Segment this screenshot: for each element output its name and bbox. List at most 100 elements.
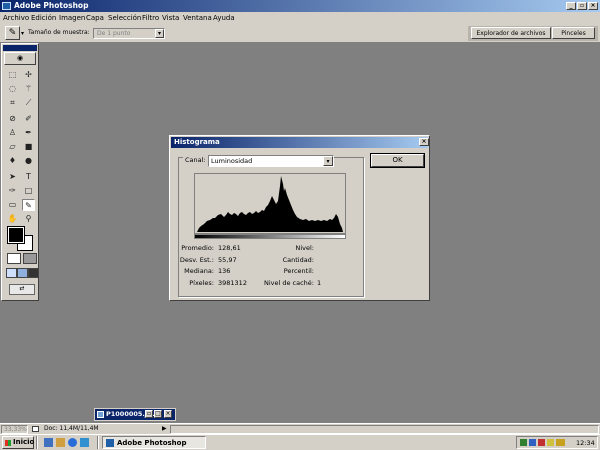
full-screen-mode-icon[interactable] — [28, 268, 39, 278]
toolbox-title-bar[interactable] — [3, 45, 37, 51]
menu-ayuda[interactable]: Ayuda — [213, 12, 235, 24]
taskbar-divider — [36, 436, 38, 449]
standard-mode-icon[interactable] — [7, 253, 21, 264]
explorer-icon[interactable] — [56, 438, 65, 447]
median-value: 136 — [218, 267, 231, 275]
chevron-down-icon[interactable]: ▾ — [323, 156, 333, 166]
cache-level-value: 1 — [317, 279, 322, 287]
gradient-bar — [194, 234, 346, 239]
adobe-online-icon[interactable]: ◉ — [4, 52, 36, 65]
histogram-dialog-title: Histograma — [174, 138, 220, 146]
taskbar-divider — [97, 436, 99, 449]
network-icon[interactable] — [520, 439, 527, 446]
level-label: Nivel: — [295, 244, 314, 252]
path-selection-tool-icon[interactable]: ➤ — [6, 171, 19, 183]
dodge-tool-icon[interactable]: ● — [22, 155, 35, 167]
dialog-close-button[interactable]: × — [419, 138, 429, 146]
status-menu-arrow-icon[interactable]: ▶ — [162, 425, 167, 433]
move-tool-icon[interactable]: ✢ — [22, 69, 35, 81]
doc-restore-button[interactable]: ▫ — [145, 410, 153, 418]
doc-close-button[interactable]: × — [164, 410, 172, 418]
restore-button[interactable]: ▫ — [577, 2, 587, 10]
sample-size-select[interactable]: De 1 punto ▾ — [93, 28, 165, 39]
chevron-down-icon[interactable]: ▾ — [155, 29, 164, 38]
histogram-dialog-title-bar[interactable]: Histograma × — [171, 137, 429, 148]
menu-filtro[interactable]: Filtro — [142, 12, 159, 24]
app-title-bar[interactable]: Adobe Photoshop _ ▫ × — [0, 0, 600, 12]
pixels-value: 3981312 — [218, 279, 247, 287]
tab-explorador-de-archivos[interactable]: Explorador de archivos — [471, 27, 551, 39]
eyedropper-tool-icon[interactable]: ✎ — [22, 199, 35, 211]
standard-screen-mode-icon[interactable] — [6, 268, 17, 278]
sample-size-label: Tamaño de muestra: — [28, 29, 90, 36]
type-tool-icon[interactable]: T — [22, 171, 35, 183]
zoom-tool-icon[interactable]: ⚲ — [22, 213, 35, 225]
brush-tool-icon[interactable]: ✐ — [22, 113, 35, 125]
eyedropper-tool-preset-icon[interactable]: ✎ — [5, 26, 20, 40]
hand-tool-icon[interactable]: ✋ — [6, 213, 19, 225]
crop-tool-icon[interactable]: ⌗ — [6, 97, 19, 109]
outlook-express-icon[interactable] — [80, 438, 89, 447]
tray-security-icon[interactable] — [547, 439, 554, 446]
count-label: Cantidad: — [282, 256, 314, 264]
clone-stamp-tool-icon[interactable]: ♙ — [6, 127, 19, 139]
menu-imagen[interactable]: Imagen — [59, 12, 85, 24]
menu-capa[interactable]: Capa — [86, 12, 104, 24]
lasso-tool-icon[interactable]: ◌ — [6, 83, 19, 95]
tray-app-icon[interactable] — [538, 439, 545, 446]
rectangle-tool-icon[interactable]: □ — [22, 185, 35, 197]
menu-archivo[interactable]: Archivo — [3, 12, 29, 24]
menu-bar: Archivo Edición Imagen Capa Selección Fi… — [0, 12, 600, 24]
document-info-icon — [32, 426, 39, 432]
system-tray: 12:34 — [516, 436, 598, 449]
start-button[interactable]: Inicio — [2, 436, 34, 449]
chevron-down-icon[interactable]: ▾ — [21, 30, 24, 37]
foreground-color-swatch[interactable] — [7, 226, 25, 244]
channel-label: Canal: — [183, 156, 208, 165]
show-desktop-icon[interactable] — [44, 438, 53, 447]
quick-mask-mode-icon[interactable] — [23, 253, 37, 264]
marquee-tool-icon[interactable]: ⬚ — [6, 69, 19, 81]
zoom-field[interactable]: 33,33% — [1, 425, 28, 434]
tray-language-icon[interactable] — [556, 439, 565, 446]
healing-brush-tool-icon[interactable]: ⊘ — [6, 113, 19, 125]
taskbar-app-label: Adobe Photoshop — [117, 439, 187, 447]
mean-value: 128,61 — [218, 244, 241, 252]
std-dev-value: 55,97 — [218, 256, 237, 264]
status-message-area — [170, 425, 599, 434]
doc-maximize-button[interactable]: □ — [154, 410, 162, 418]
magic-wand-tool-icon[interactable]: ⚚ — [22, 83, 35, 95]
tray-monitor-icon[interactable] — [529, 439, 536, 446]
menu-seleccion[interactable]: Selección — [108, 12, 141, 24]
menu-ventana[interactable]: Ventana — [183, 12, 212, 24]
jump-to-imageready-icon[interactable]: ⇄ — [9, 284, 35, 295]
menu-vista[interactable]: Vista — [162, 12, 179, 24]
minimize-button[interactable]: _ — [566, 2, 576, 10]
ok-button[interactable]: OK — [370, 153, 425, 168]
slice-tool-icon[interactable]: ⟋ — [22, 97, 35, 109]
blur-tool-icon[interactable]: ♦ — [6, 155, 19, 167]
mean-label: Promedio: — [181, 244, 214, 252]
percentile-label: Percentil: — [283, 267, 314, 275]
document-size-info: Doc: 11,4M/11,4M — [44, 425, 99, 432]
histogram-graph[interactable] — [194, 173, 346, 234]
eraser-tool-icon[interactable]: ▱ — [6, 141, 19, 153]
minimized-document-window[interactable]: P1000005.J... ▫ □ × — [94, 408, 176, 421]
channel-select[interactable]: Luminosidad ▾ — [208, 155, 334, 167]
pen-tool-icon[interactable]: ✑ — [6, 185, 19, 197]
status-bar: 33,33% Doc: 11,4M/11,4M ▶ — [0, 423, 600, 434]
gradient-tool-icon[interactable]: ■ — [22, 141, 35, 153]
windows-logo-icon — [5, 440, 11, 446]
close-button[interactable]: × — [588, 2, 598, 10]
cache-level-label: Nivel de caché: — [263, 279, 314, 287]
toolbox: ◉ ⬚ ✢ ◌ ⚚ ⌗ ⟋ ⊘ ✐ ♙ ✒ ▱ ■ ♦ ● ➤ T ✑ □ ▭ … — [1, 43, 39, 301]
histogram-luminosity-curve — [197, 176, 343, 232]
document-icon — [97, 411, 104, 418]
notes-tool-icon[interactable]: ▭ — [6, 199, 19, 211]
full-screen-menu-mode-icon[interactable] — [17, 268, 28, 278]
history-brush-tool-icon[interactable]: ✒ — [22, 127, 35, 139]
menu-edicion[interactable]: Edición — [31, 12, 56, 24]
taskbar-app-photoshop[interactable]: Adobe Photoshop — [102, 436, 206, 449]
internet-explorer-icon[interactable] — [68, 438, 77, 447]
tab-pinceles[interactable]: Pinceles — [552, 27, 595, 39]
